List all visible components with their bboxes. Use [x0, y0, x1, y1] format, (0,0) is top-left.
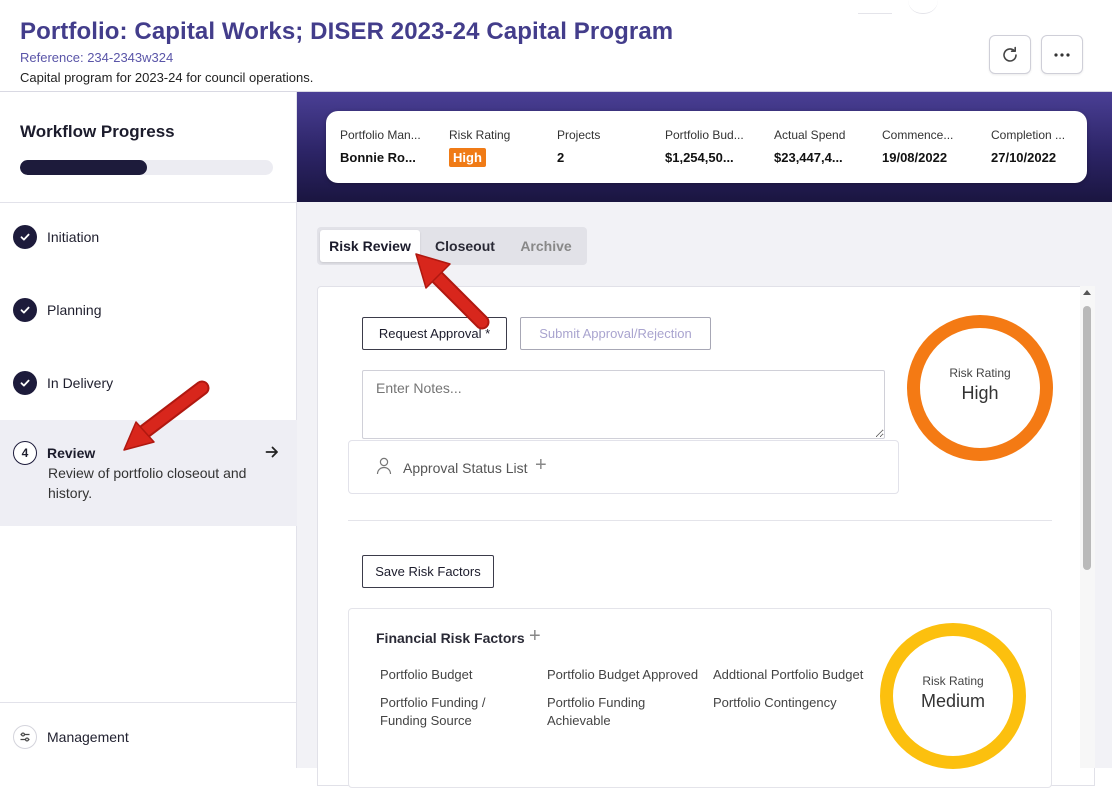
step-label-planning: Planning: [47, 302, 102, 318]
more-horizontal-icon: [1054, 52, 1070, 57]
factor-portfolio-funding-achievable[interactable]: Portfolio Funding Achievable: [547, 694, 667, 730]
summary-actual-spend: Actual Spend $23,447,4...: [774, 128, 864, 165]
main-content: Risk Review Closeout Archive Request App…: [297, 202, 1112, 788]
add-financial-factor-button[interactable]: +: [529, 626, 541, 646]
scroll-up-arrow[interactable]: [1083, 290, 1091, 295]
factor-portfolio-contingency[interactable]: Portfolio Contingency: [713, 694, 837, 712]
portfolio-summary-banner: Portfolio Man... Bonnie Ro... Risk Ratin…: [297, 92, 1112, 202]
header-faint-element: [858, 0, 892, 14]
risk-rating-label: Risk Rating: [949, 366, 1011, 380]
risk-rating-label: Risk Rating: [922, 674, 984, 688]
summary-value: Bonnie Ro...: [340, 150, 416, 165]
financial-risk-rating-ring: Risk Rating Medium: [880, 623, 1026, 769]
factor-portfolio-budget-approved[interactable]: Portfolio Budget Approved: [547, 666, 698, 684]
summary-portfolio-budget: Portfolio Bud... $1,254,50...: [665, 128, 755, 165]
summary-label: Risk Rating: [449, 128, 511, 142]
summary-projects: Projects 2: [557, 128, 647, 165]
factor-portfolio-funding-source[interactable]: Portfolio Funding / Funding Source: [380, 694, 510, 730]
risk-rating-badge: High: [449, 148, 486, 167]
sidebar-step-planning[interactable]: Planning: [0, 295, 297, 325]
approval-status-label: Approval Status List: [403, 460, 528, 476]
workflow-progress-bar: [20, 160, 273, 175]
summary-value: $23,447,4...: [774, 150, 843, 165]
tab-archive[interactable]: Archive: [509, 230, 583, 262]
summary-label: Projects: [557, 128, 601, 142]
approval-status-list: Approval Status List +: [348, 440, 899, 494]
check-icon: [13, 225, 37, 249]
page-header: Portfolio: Capital Works; DISER 2023-24 …: [0, 0, 1112, 92]
refresh-button[interactable]: [989, 35, 1031, 74]
check-icon: [13, 371, 37, 395]
risk-rating-value: Medium: [920, 691, 986, 711]
sidebar-step-in-delivery[interactable]: In Delivery: [0, 368, 297, 398]
risk-review-panel: Request Approval * Submit Approval/Rejec…: [317, 286, 1095, 788]
save-risk-factors-button[interactable]: Save Risk Factors: [362, 555, 494, 588]
tab-closeout[interactable]: Closeout: [425, 230, 505, 262]
sidebar-divider: [0, 202, 297, 203]
summary-value: 27/10/2022: [991, 150, 1057, 165]
refresh-icon: [1003, 46, 1017, 62]
request-approval-button[interactable]: Request Approval *: [362, 317, 507, 350]
more-options-button[interactable]: [1041, 35, 1083, 74]
portfolio-description: Capital program for 2023-24 for council …: [20, 70, 314, 85]
summary-commencement: Commence... 19/08/2022: [882, 128, 972, 165]
workflow-progress-title: Workflow Progress: [20, 122, 175, 141]
summary-label: Actual Spend: [774, 128, 846, 142]
financial-risk-factors-title: Financial Risk Factors: [376, 630, 525, 646]
workflow-progress-fill: [20, 160, 147, 175]
submit-approval-button[interactable]: Submit Approval/Rejection: [520, 317, 711, 350]
tab-risk-review[interactable]: Risk Review: [320, 230, 420, 262]
summary-value: $1,254,50...: [665, 150, 734, 165]
financial-risk-factors-card: Financial Risk Factors + Portfolio Budge…: [348, 608, 1052, 788]
workflow-sidebar: Workflow Progress Initiation Planning In…: [0, 92, 297, 768]
scrollbar-thumb[interactable]: [1083, 306, 1091, 570]
summary-value: 2: [557, 150, 565, 165]
sliders-icon: [13, 725, 37, 749]
summary-value: 19/08/2022: [882, 150, 948, 165]
management-link[interactable]: Management: [47, 729, 129, 745]
summary-risk-rating: Risk Rating High: [449, 128, 539, 167]
panel-divider: [348, 520, 1052, 521]
page-title: Portfolio: Capital Works; DISER 2023-24 …: [20, 18, 674, 45]
arrow-right-icon[interactable]: [264, 444, 280, 460]
add-approval-button[interactable]: +: [535, 455, 547, 475]
factor-additional-portfolio-budget[interactable]: Addtional Portfolio Budget: [713, 666, 863, 684]
summary-label: Portfolio Man...: [340, 128, 421, 142]
sidebar-step-initiation[interactable]: Initiation: [0, 222, 297, 252]
review-tabs: Risk Review Closeout Archive: [317, 227, 587, 265]
summary-label: Commence...: [882, 128, 954, 142]
step-description-review: Review of portfolio closeout and history…: [48, 465, 247, 501]
summary-completion: Completion ... 27/10/2022: [991, 128, 1081, 165]
header-faint-avatar: [908, 0, 938, 14]
notes-input[interactable]: [362, 370, 885, 439]
step-label-in-delivery: In Delivery: [47, 375, 114, 391]
step-label-review: Review: [47, 445, 96, 461]
sidebar-divider: [0, 702, 297, 703]
step-number-badge: 4: [13, 441, 37, 465]
summary-portfolio-manager: Portfolio Man... Bonnie Ro...: [340, 128, 430, 165]
risk-rating-value: High: [961, 383, 999, 403]
summary-label: Portfolio Bud...: [665, 128, 744, 142]
factor-portfolio-budget[interactable]: Portfolio Budget: [380, 666, 473, 684]
sidebar-step-review[interactable]: 4 Review Review of portfolio closeout an…: [0, 420, 297, 526]
overall-risk-rating-ring: Risk Rating High: [907, 315, 1053, 461]
check-icon: [13, 298, 37, 322]
portfolio-reference: Reference: 234-2343w324: [20, 50, 174, 65]
summary-label: Completion ...: [991, 128, 1066, 142]
portfolio-summary-card: Portfolio Man... Bonnie Ro... Risk Ratin…: [326, 111, 1087, 183]
user-icon: [376, 457, 392, 475]
step-label-initiation: Initiation: [47, 229, 100, 245]
